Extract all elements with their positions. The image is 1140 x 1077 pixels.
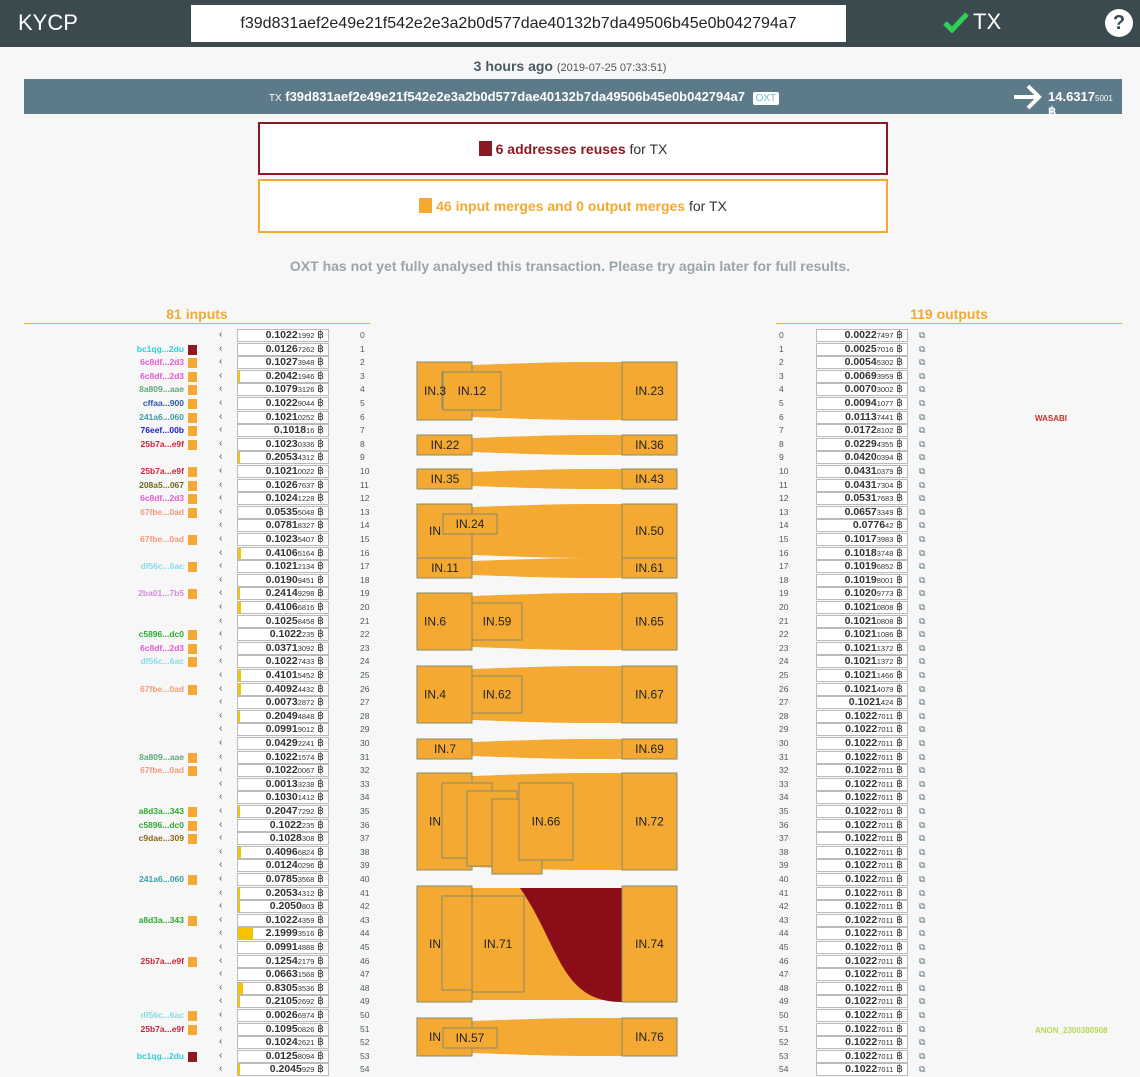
flow-merge-label: IN.71	[484, 937, 513, 951]
flow-input-label: IN.22	[431, 438, 460, 452]
flow-output-label: IN.67	[635, 688, 664, 702]
flow-input-label: IN.11	[431, 561, 459, 575]
flow-output-label: IN.69	[635, 742, 664, 756]
flow-output-label: IN.50	[635, 524, 664, 538]
flow-input-label: IN.35	[431, 472, 460, 486]
flow-output-label: IN.76	[635, 1030, 664, 1044]
flow-input-label: IN.4	[424, 688, 446, 702]
flow-input-label: IN.7	[434, 742, 456, 756]
flow-output-label: IN.72	[635, 815, 664, 829]
flow-output-label: IN.61	[635, 561, 664, 575]
flow-band	[472, 469, 622, 489]
flow-output-label: IN.65	[635, 615, 664, 629]
flow-input-label: IN.3	[424, 384, 446, 398]
flow-diagram: IN.3 IN.12 IN.23 IN.22 IN.36 IN.35 IN.43 IN IN.2…	[416, 361, 678, 1057]
flow-merge-label: IN.24	[456, 517, 485, 531]
flow-merge-label: IN.62	[483, 688, 512, 702]
flow-merge-label: IN.59	[483, 615, 512, 629]
flow-input-label: IN	[429, 815, 441, 829]
flow-merge-label: IN.57	[456, 1031, 485, 1045]
flow-merge-label: IN.12	[458, 384, 487, 398]
flow-input-label: IN	[429, 524, 441, 538]
flow-merge-label: IN.66	[532, 815, 561, 829]
flow-input-label: IN	[429, 937, 441, 951]
flow-output-label: IN.43	[635, 472, 664, 486]
flow-output-label: IN.23	[635, 384, 664, 398]
flow-input-label: IN	[429, 1030, 441, 1044]
flow-output-label: IN.74	[635, 937, 664, 951]
flow-output-label: IN.36	[635, 438, 664, 452]
flow-band	[472, 558, 622, 578]
flow-band	[472, 435, 622, 455]
flow-band	[472, 739, 622, 759]
flow-input-label: IN.6	[424, 615, 446, 629]
